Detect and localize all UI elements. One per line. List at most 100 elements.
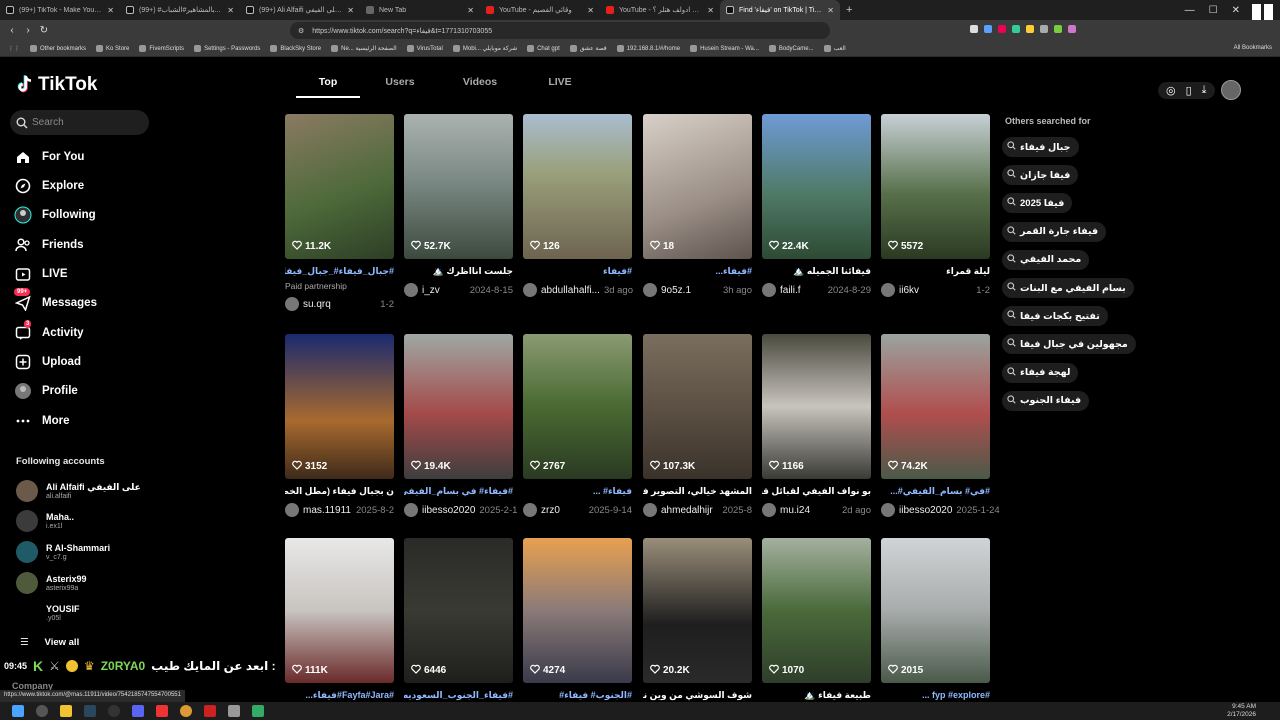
video-card[interactable]: 2015 #fyp #explore ... bbox=[881, 538, 990, 700]
bookmark-item[interactable]: FivemScripts bbox=[139, 45, 184, 52]
creator-avatar[interactable] bbox=[762, 283, 776, 297]
forward-icon[interactable]: › bbox=[20, 25, 36, 36]
video-caption[interactable]: #فيفاء bbox=[523, 266, 632, 277]
video-caption[interactable]: طبيعة فيفاء 🏔️ bbox=[762, 690, 871, 701]
creator-avatar[interactable] bbox=[881, 283, 895, 297]
sidebar-item-following[interactable]: Following bbox=[14, 204, 154, 226]
creator-username[interactable]: mas.11911 bbox=[303, 505, 351, 516]
video-caption[interactable]: ليلة قمراء bbox=[881, 266, 990, 277]
bookmark-item[interactable]: Ko Store bbox=[96, 45, 129, 52]
video-card[interactable]: 19.4K #فيفاء# في بسام_الفيفي#... iibesso20… bbox=[404, 334, 517, 517]
app-icon[interactable] bbox=[156, 705, 168, 717]
creator-username[interactable]: i_zv bbox=[422, 285, 440, 296]
address-bar[interactable]: ⚙ https://www.tiktok.com/search?q=فيفاء&… bbox=[290, 22, 830, 39]
video-caption[interactable]: فيفائنا الجميله 🏔️ bbox=[762, 266, 871, 277]
video-thumbnail[interactable]: 20.2K bbox=[643, 538, 752, 683]
video-caption[interactable]: المشهد خيالي، التصوير في ... bbox=[643, 486, 752, 497]
video-card[interactable]: 5572 ليلة قمراء ii6kv 1-2 bbox=[881, 114, 990, 297]
video-card[interactable]: 107.3K المشهد خيالي، التصوير في ... ahmeda… bbox=[643, 334, 752, 517]
creator-username[interactable]: ii6kv bbox=[899, 285, 919, 296]
creator-avatar[interactable] bbox=[404, 283, 418, 297]
sidebar-item-explore[interactable]: Explore bbox=[14, 175, 154, 197]
extension-icon[interactable] bbox=[1068, 25, 1076, 33]
following-account[interactable]: Ali Alfaifi على الفيفي ali.alfaifi bbox=[16, 478, 166, 504]
browser-tab[interactable]: New Tab ✕ bbox=[360, 0, 480, 20]
bookmark-item[interactable]: Settings - Passwords bbox=[194, 45, 260, 52]
video-thumbnail[interactable]: 4274 bbox=[523, 538, 632, 683]
creator-avatar[interactable] bbox=[285, 297, 299, 311]
related-search-pill[interactable]: فيفاء جارة القمر bbox=[1002, 221, 1107, 242]
sidebar-item-profile[interactable]: Profile bbox=[14, 380, 154, 402]
close-icon[interactable]: ✕ bbox=[1232, 5, 1240, 16]
extension-icon[interactable] bbox=[984, 25, 992, 33]
minimize-icon[interactable]: — bbox=[1185, 5, 1195, 16]
video-caption[interactable]: فيفاء# ... bbox=[523, 486, 632, 497]
video-card[interactable]: 18 #فيفاء... 9o5z.1 3h ago bbox=[643, 114, 752, 297]
windows-start-icon[interactable] bbox=[12, 705, 24, 717]
video-thumbnail[interactable]: 19.4K bbox=[404, 334, 513, 479]
creator-username[interactable]: iibesso2020 bbox=[899, 505, 952, 516]
video-card[interactable]: 111K #Fayfa#Jara#فيفاء... bbox=[285, 538, 394, 701]
user-avatar[interactable] bbox=[1220, 80, 1241, 100]
bookmark-item[interactable]: Chat gpt bbox=[527, 45, 560, 52]
sidebar-item-live[interactable]: LIVE bbox=[14, 263, 154, 285]
video-caption[interactable]: #جبال_فيفاء#_جبال_فيفاء ... bbox=[285, 266, 394, 277]
bookmark-item[interactable]: قصة عشق bbox=[569, 45, 607, 52]
sidebar-item-friends[interactable]: Friends bbox=[14, 234, 154, 256]
all-bookmarks-button[interactable]: All Bookmarks bbox=[1234, 45, 1272, 51]
video-thumbnail[interactable]: 2767 bbox=[523, 334, 632, 479]
following-account[interactable]: Asterix99 asterix99a bbox=[16, 570, 166, 596]
creator-avatar[interactable] bbox=[643, 503, 657, 517]
bookmark-item[interactable]: Husein Stream - Wa... bbox=[690, 45, 759, 52]
discord-icon[interactable] bbox=[132, 705, 144, 717]
tab-close-icon[interactable]: ✕ bbox=[467, 6, 474, 15]
video-card[interactable]: 6446 #فيفاء_الجنوب_السعوديه... bbox=[404, 538, 513, 701]
video-card[interactable]: 3152 ن بجبال فيفاء (مطل الخطم) ... mas.119… bbox=[285, 334, 394, 517]
video-caption[interactable]: #فيفاء_الجنوب_السعوديه... bbox=[404, 690, 513, 701]
video-thumbnail[interactable]: 5572 bbox=[881, 114, 990, 259]
sidebar-item-more[interactable]: More bbox=[14, 410, 154, 432]
maximize-icon[interactable]: ☐ bbox=[1209, 5, 1218, 16]
video-thumbnail[interactable]: 11.2K bbox=[285, 114, 394, 259]
video-thumbnail[interactable]: 1166 bbox=[762, 334, 871, 479]
tab-users[interactable]: Users bbox=[360, 76, 440, 98]
related-search-pill[interactable]: تفتيح بكجات فيفا bbox=[1002, 306, 1108, 327]
site-info-icon[interactable]: ⚙ bbox=[298, 27, 304, 35]
video-caption[interactable]: #الجنوب# فيفاء# bbox=[523, 690, 632, 701]
system-tray-clock[interactable]: 9:45 AM 2/17/2026 bbox=[1227, 702, 1256, 720]
video-thumbnail[interactable]: 52.7K bbox=[404, 114, 513, 259]
video-thumbnail[interactable]: 22.4K bbox=[762, 114, 871, 259]
settings-icon[interactable] bbox=[228, 705, 240, 717]
video-card[interactable]: 20.2K شوف السوشي من وين نجيبه ... bbox=[643, 538, 752, 701]
apps-icon[interactable]: ⋮⋮ bbox=[8, 45, 20, 52]
video-thumbnail[interactable]: 18 bbox=[643, 114, 752, 259]
video-thumbnail[interactable]: 111K bbox=[285, 538, 394, 683]
bookmark-item[interactable]: Other bookmarks bbox=[30, 45, 86, 52]
browser-tab[interactable]: YouTube - وقائي الفصيم ✕ bbox=[480, 0, 600, 20]
tab-top[interactable]: Top bbox=[296, 76, 360, 98]
related-search-pill[interactable]: جبال فيفاء bbox=[1002, 137, 1079, 157]
video-card[interactable]: 1070 طبيعة فيفاء 🏔️ bbox=[762, 538, 871, 701]
search-icon[interactable] bbox=[36, 705, 48, 717]
steam-icon[interactable] bbox=[84, 705, 96, 717]
related-search-pill[interactable]: مجهولين في جبال فيفا bbox=[1002, 334, 1136, 355]
browser-tab[interactable]: YouTube - ابن اخبرني ادولف هتلر ؟ ✕ bbox=[600, 0, 720, 20]
video-card[interactable]: 126 #فيفاء abdullahalfi... 3d ago bbox=[523, 114, 633, 297]
tiktok-logo[interactable]: TikTok bbox=[16, 74, 97, 96]
video-card[interactable]: 2767 فيفاء# ... zrz0 2025-9-14 bbox=[523, 334, 632, 517]
video-card[interactable]: 74.2K #في# بسام_الفيفي#... iibesso2020 2025… bbox=[881, 334, 1000, 517]
video-thumbnail[interactable]: 2015 bbox=[881, 538, 990, 683]
creator-avatar[interactable] bbox=[285, 503, 299, 517]
browser-tab[interactable]: (99+) Ali Alfaifi على الفيفي (@alialfaif… bbox=[240, 0, 360, 20]
video-thumbnail[interactable]: 1070 bbox=[762, 538, 871, 683]
bookmark-item[interactable]: العب bbox=[823, 45, 846, 52]
bookmark-item[interactable]: 192.168.8.1/#/home bbox=[616, 45, 680, 52]
related-search-pill[interactable]: فيفا 2025 bbox=[1002, 193, 1073, 214]
obs-icon[interactable] bbox=[108, 705, 120, 717]
bookmark-item[interactable]: Mobi... شركة موبايلي bbox=[452, 45, 517, 52]
video-thumbnail[interactable]: 74.2K bbox=[881, 334, 990, 479]
file-explorer-icon[interactable] bbox=[60, 705, 72, 717]
app-icon[interactable] bbox=[252, 705, 264, 717]
creator-avatar[interactable] bbox=[881, 503, 895, 517]
video-caption[interactable]: #فيفاء# في بسام_الفيفي#... bbox=[404, 486, 513, 497]
